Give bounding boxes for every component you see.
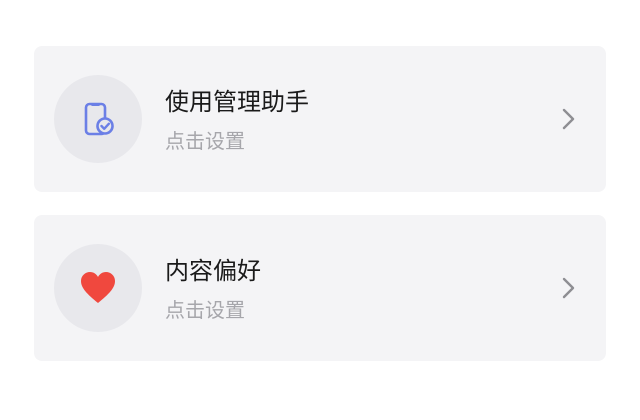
chevron-right-icon — [562, 277, 575, 299]
item-title: 内容偏好 — [165, 257, 261, 285]
settings-screen: 使用管理助手 点击设置 内容偏好 点击设置 — [0, 0, 640, 420]
item-subtitle: 点击设置 — [165, 298, 245, 322]
icon-container — [54, 244, 142, 332]
usage-assistant-item[interactable]: 使用管理助手 点击设置 — [34, 46, 606, 192]
item-subtitle: 点击设置 — [165, 129, 245, 153]
content-preference-item[interactable]: 内容偏好 点击设置 — [34, 215, 606, 361]
chevron-right-icon — [562, 108, 575, 130]
phone-check-icon — [84, 102, 114, 136]
icon-container — [54, 75, 142, 163]
item-title: 使用管理助手 — [165, 88, 309, 116]
heart-icon — [81, 272, 115, 303]
